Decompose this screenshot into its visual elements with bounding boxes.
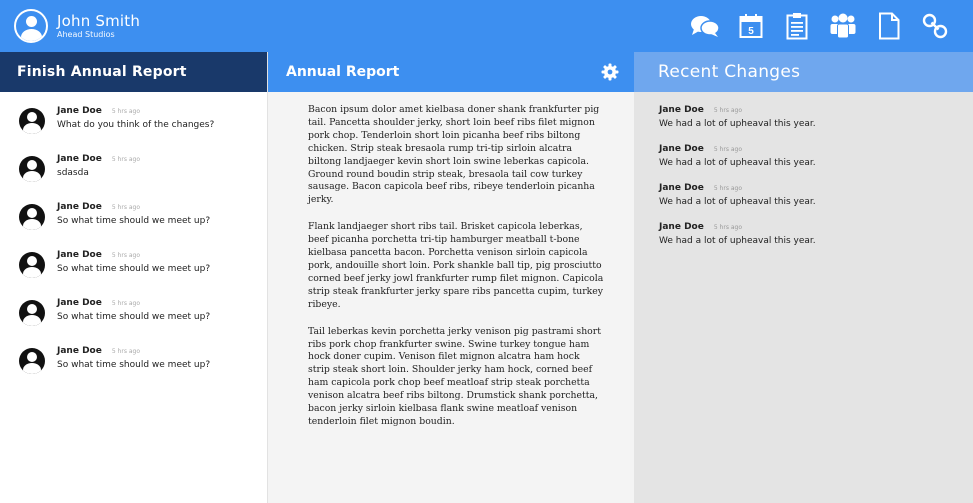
toolbar-icons: 5: [675, 10, 951, 42]
change-meta: Jane Doe 5 hrs ago: [659, 144, 973, 155]
chat-timestamp: 5 hrs ago: [111, 252, 141, 259]
task-chat-panel: Finish Annual Report Jane Doe 5 hrs ago Wh…: [0, 52, 268, 503]
chat-meta: Jane Doe 5 hrs ago: [57, 346, 210, 357]
changes-list: Jane Doe 5 hrs ago We had a lot of upheava…: [634, 92, 973, 261]
change-meta: Jane Doe 5 hrs ago: [659, 105, 973, 116]
chat-timestamp: 5 hrs ago: [111, 300, 141, 307]
change-item[interactable]: Jane Doe 5 hrs ago We had a lot of upheava…: [659, 222, 973, 261]
chat-list: Jane Doe 5 hrs ago What do you think of th…: [0, 92, 267, 394]
change-author: Jane Doe: [659, 144, 704, 154]
change-message: We had a lot of upheaval this year.: [659, 119, 816, 129]
chat-message: So what time should we meet up?: [57, 216, 211, 226]
avatar: [19, 252, 45, 278]
gear-icon[interactable]: [601, 63, 619, 81]
chat-message: What do you think of the changes?: [57, 120, 215, 130]
chat-text: Jane Doe 5 hrs ago So what time should we …: [57, 250, 210, 298]
chat-text: Jane Doe 5 hrs ago So what time should we …: [57, 202, 210, 250]
calendar-day: 5: [748, 26, 754, 37]
task-title: Finish Annual Report: [0, 52, 267, 92]
chat-item[interactable]: Jane Doe 5 hrs ago So what time should we …: [0, 346, 267, 394]
change-message: We had a lot of upheaval this year.: [659, 197, 816, 207]
chat-author: Jane Doe: [57, 346, 102, 356]
chat-item[interactable]: Jane Doe 5 hrs ago sdasda: [0, 154, 267, 202]
change-item[interactable]: Jane Doe 5 hrs ago We had a lot of upheava…: [659, 105, 973, 144]
document-icon[interactable]: [873, 10, 905, 42]
chat-timestamp: 5 hrs ago: [111, 156, 141, 163]
chat-text: Jane Doe 5 hrs ago So what time should we …: [57, 298, 210, 346]
avatar: [19, 300, 45, 326]
document-paragraph: Tail leberkas kevin porchetta jerky veni…: [308, 325, 601, 427]
avatar: [19, 156, 45, 182]
avatar: [19, 348, 45, 374]
chat-item[interactable]: Jane Doe 5 hrs ago So what time should we …: [0, 202, 267, 250]
chat-text: Jane Doe 5 hrs ago sdasda: [57, 154, 140, 202]
chat-item[interactable]: Jane Doe 5 hrs ago What do you think of th…: [0, 106, 267, 154]
chat-meta: Jane Doe 5 hrs ago: [57, 154, 140, 165]
user-info: John Smith Ahead Studios: [57, 11, 141, 40]
chat-timestamp: 5 hrs ago: [111, 204, 141, 211]
chat-icon[interactable]: [689, 10, 721, 42]
document-header: Annual Report: [268, 52, 634, 92]
chat-message: So what time should we meet up?: [57, 264, 211, 274]
chat-author: Jane Doe: [57, 106, 102, 116]
chat-message: So what time should we meet up?: [57, 312, 211, 322]
chat-author: Jane Doe: [57, 250, 102, 260]
clipboard-icon[interactable]: [781, 10, 813, 42]
chat-meta: Jane Doe 5 hrs ago: [57, 298, 210, 309]
user-profile[interactable]: John Smith Ahead Studios: [14, 9, 140, 43]
change-item[interactable]: Jane Doe 5 hrs ago We had a lot of upheava…: [659, 183, 973, 222]
change-timestamp: 5 hrs ago: [713, 146, 743, 153]
change-message: We had a lot of upheaval this year.: [659, 158, 816, 168]
document-title: Annual Report: [286, 64, 400, 80]
chat-timestamp: 5 hrs ago: [111, 348, 141, 355]
document-paragraph: Flank landjaeger short ribs tail. Briske…: [308, 221, 604, 310]
user-avatar[interactable]: [14, 9, 48, 43]
chat-meta: Jane Doe 5 hrs ago: [57, 106, 214, 117]
change-timestamp: 5 hrs ago: [713, 107, 743, 114]
avatar: [19, 204, 45, 230]
change-author: Jane Doe: [659, 105, 704, 115]
document-panel: Annual Report Bacon ipsum dolor amet kie…: [268, 52, 634, 503]
chat-item[interactable]: Jane Doe 5 hrs ago So what time should we …: [0, 298, 267, 346]
chat-meta: Jane Doe 5 hrs ago: [57, 202, 210, 213]
chat-text: Jane Doe 5 hrs ago What do you think of th…: [57, 106, 214, 154]
chat-author: Jane Doe: [57, 154, 102, 164]
calendar-icon[interactable]: 5: [735, 10, 767, 42]
avatar: [19, 108, 45, 134]
recent-changes-panel: Recent Changes Jane Doe 5 hrs ago We had a…: [634, 52, 973, 503]
link-icon[interactable]: [919, 10, 951, 42]
top-bar: John Smith Ahead Studios 5: [0, 0, 973, 52]
document-body[interactable]: Bacon ipsum dolor amet kielbasa doner sh…: [268, 92, 634, 429]
chat-item[interactable]: Jane Doe 5 hrs ago So what time should we …: [0, 250, 267, 298]
chat-text: Jane Doe 5 hrs ago So what time should we …: [57, 346, 210, 394]
change-timestamp: 5 hrs ago: [713, 224, 743, 231]
change-author: Jane Doe: [659, 183, 704, 193]
chat-author: Jane Doe: [57, 202, 102, 212]
change-message: We had a lot of upheaval this year.: [659, 236, 816, 246]
document-paragraph: Bacon ipsum dolor amet kielbasa doner sh…: [308, 104, 600, 206]
change-item[interactable]: Jane Doe 5 hrs ago We had a lot of upheava…: [659, 144, 973, 183]
user-organization: Ahead Studios: [57, 29, 115, 39]
chat-timestamp: 5 hrs ago: [111, 108, 141, 115]
chat-message: So what time should we meet up?: [57, 360, 211, 370]
change-author: Jane Doe: [659, 222, 704, 232]
recent-changes-title: Recent Changes: [634, 52, 973, 92]
chat-message: sdasda: [57, 168, 89, 178]
chat-meta: Jane Doe 5 hrs ago: [57, 250, 210, 261]
chat-author: Jane Doe: [57, 298, 102, 308]
user-name: John Smith: [57, 11, 141, 30]
group-icon[interactable]: [827, 10, 859, 42]
change-timestamp: 5 hrs ago: [713, 185, 743, 192]
change-meta: Jane Doe 5 hrs ago: [659, 183, 973, 194]
change-meta: Jane Doe 5 hrs ago: [659, 222, 973, 233]
